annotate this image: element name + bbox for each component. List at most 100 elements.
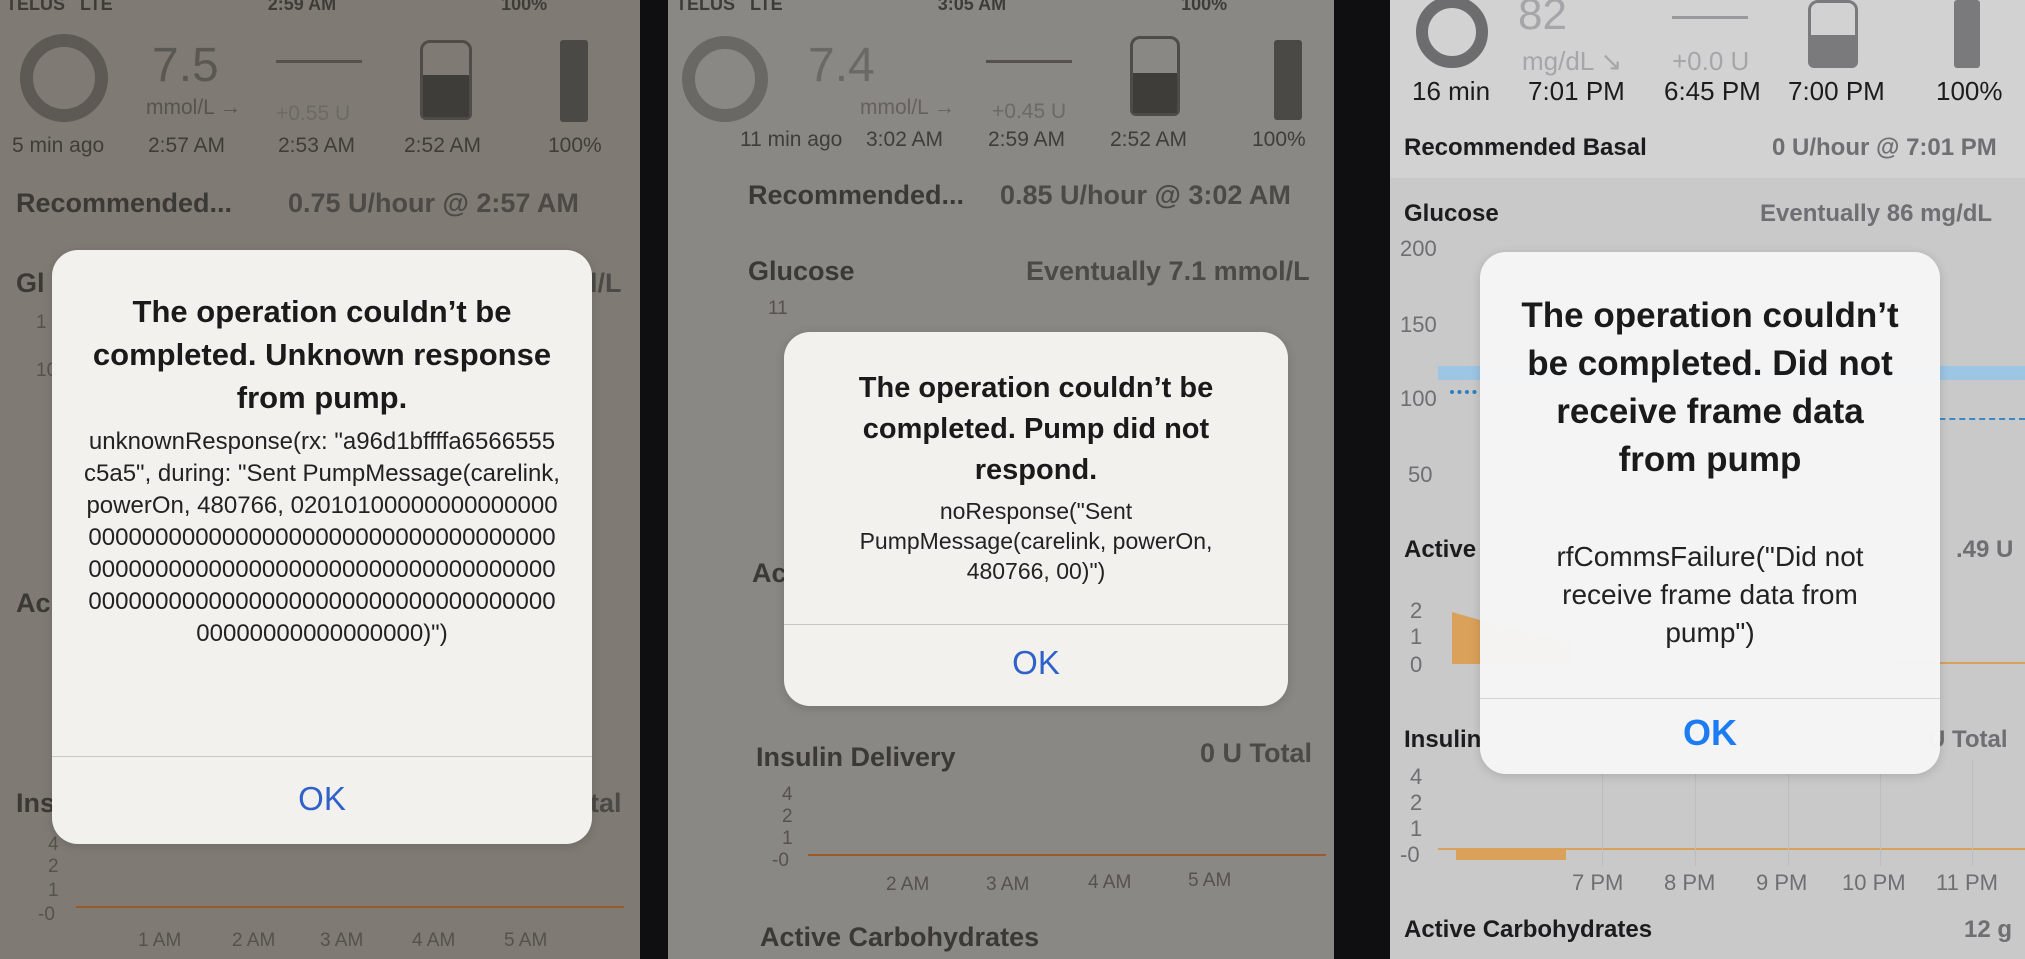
recommended-basal-label[interactable]: Recommended Basal <box>1404 134 1647 162</box>
glucose-eventually: Eventually 86 mg/dL <box>1760 200 1993 227</box>
carrier-label: TELUS <box>676 0 736 14</box>
time-axis-tick: 2 AM <box>886 874 930 895</box>
insulin-suspend-bars <box>1456 848 1566 860</box>
status-bar: TELUS LTE 3:05 AM 100% <box>676 0 1227 15</box>
glucose-section-title: Glucose <box>748 256 855 286</box>
insulin-axis-tick: 4 <box>782 784 793 805</box>
alert-button-divider <box>1480 698 1940 699</box>
grid-line <box>1972 760 1973 866</box>
active-axis-tick: 0 <box>1410 652 1423 677</box>
time-axis-tick: 8 PM <box>1664 870 1716 895</box>
basal-time: 2:53 AM <box>278 134 356 157</box>
glucose-axis-tick: 200 <box>1400 236 1437 261</box>
glucose-axis-tick: 150 <box>1400 312 1437 337</box>
time-axis-tick: 3 AM <box>986 874 1030 895</box>
panel-divider <box>640 0 668 959</box>
status-battery: 100% <box>1181 0 1228 14</box>
time-axis-tick: 3 AM <box>320 930 364 951</box>
grid-line <box>1602 760 1603 866</box>
carbs-section-title: Active Carbohydrates <box>1404 916 1653 943</box>
reservoir-icon <box>420 40 472 120</box>
temp-basal-value: +0.55 U <box>276 102 351 125</box>
glucose-time: 3:02 AM <box>866 128 944 151</box>
insulin-delivery-line <box>76 906 624 908</box>
status-bar: TELUS LTE 2:59 AM 100% <box>6 0 547 15</box>
basal-time: 2:59 AM <box>988 128 1066 151</box>
time-axis-tick: 4 AM <box>1088 872 1132 893</box>
recommended-basal-value: 0 U/hour @ 7:01 PM <box>1772 134 1997 161</box>
network-label: LTE <box>750 0 783 14</box>
error-alert-dialog: The operation couldn’t be completed. Did… <box>1480 252 1940 774</box>
recommended-basal-value: 0.75 U/hour @ 2:57 AM <box>288 188 579 218</box>
glucose-time: 7:01 PM <box>1528 76 1625 106</box>
active-section-title: Ac <box>752 558 787 588</box>
insulin-axis-tick: 2 <box>48 856 59 877</box>
carbs-section-title: Active Carbohydrates <box>760 922 1040 952</box>
insulin-axis-tick: 2 <box>1410 790 1423 815</box>
glucose-reading-dots <box>1450 372 1484 394</box>
reservoir-icon <box>1130 36 1180 116</box>
active-insulin-value: .49 U <box>1956 536 2014 563</box>
network-label: LTE <box>80 0 113 14</box>
time-axis-tick: 7 PM <box>1572 870 1624 895</box>
active-axis-tick: 1 <box>1410 624 1423 649</box>
basal-rate-line-icon <box>986 60 1072 63</box>
insulin-axis-tick: 1 <box>48 880 59 901</box>
screenshot-panel-1: TELUS LTE 2:59 AM 100% 7.5 mmol/L → +0.5… <box>0 0 640 959</box>
loop-last-run: 11 min ago <box>740 128 843 151</box>
active-section-title: Active <box>1404 536 1477 563</box>
reservoir-time: 2:52 AM <box>404 134 482 157</box>
pump-battery-level: 100% <box>1252 128 1306 151</box>
recommended-basal-label[interactable]: Recommended... <box>748 180 964 211</box>
insulin-axis-tick: 1 <box>782 828 793 849</box>
screenshot-panel-3: 82 mg/dL ↘ +0.0 U 16 min 7:01 PM 6:45 PM… <box>1390 0 2025 959</box>
status-time: 3:05 AM <box>937 0 1007 14</box>
alert-title: The operation couldn’t be completed. Pum… <box>858 372 1214 486</box>
grid-line <box>1788 760 1789 866</box>
loop-status-ring-icon[interactable] <box>682 36 768 122</box>
recommended-basal-label[interactable]: Recommended... <box>16 188 232 219</box>
pump-battery-icon <box>1954 0 1980 68</box>
time-axis-tick: 2 AM <box>232 930 276 951</box>
glucose-section-title: Glucose <box>1404 200 1499 227</box>
insulin-delivery-line <box>808 854 1326 856</box>
ok-button[interactable]: OK <box>1480 712 1940 754</box>
basal-rate-line-icon <box>1672 16 1748 19</box>
alert-message: rfCommsFailure("Did not receive frame da… <box>1556 541 1864 648</box>
recommended-basal-value: 0.85 U/hour @ 3:02 AM <box>1000 180 1291 210</box>
glucose-section-title: Gl <box>16 268 45 298</box>
glucose-time: 2:57 AM <box>148 134 226 157</box>
time-axis-tick: 11 PM <box>1936 870 1998 895</box>
time-axis-tick: 5 AM <box>504 930 548 951</box>
alert-title: The operation couldn’t be completed. Did… <box>1521 296 1899 479</box>
basal-time: 6:45 PM <box>1664 76 1761 106</box>
screenshot-panel-2: TELUS LTE 3:05 AM 100% 7.4 mmol/L → +0.4… <box>668 0 1334 959</box>
insulin-section-title: Insulin <box>1404 726 1482 753</box>
reservoir-time: 2:52 AM <box>1110 128 1188 151</box>
active-axis-tick: 2 <box>1410 598 1423 623</box>
insulin-axis-tick: 2 <box>782 806 793 827</box>
loop-last-run: 5 min ago <box>12 134 105 157</box>
active-section-title: Ac <box>16 588 51 618</box>
glucose-axis-tick: 50 <box>1408 462 1433 487</box>
ok-button[interactable]: OK <box>784 644 1288 682</box>
time-axis-tick: 5 AM <box>1188 870 1232 891</box>
error-alert-dialog: The operation couldn’t be completed. Unk… <box>52 250 592 844</box>
insulin-axis-tick: -0 <box>38 904 55 925</box>
time-axis-tick: 1 AM <box>138 930 182 951</box>
glucose-value: 82 <box>1518 0 1567 39</box>
insulin-total: tal <box>590 788 622 818</box>
panel-divider <box>1334 0 1390 959</box>
glucose-unit: mmol/L → <box>860 96 955 119</box>
insulin-section-title: Insulin Delivery <box>756 742 956 772</box>
carbs-value: 12 g <box>1964 916 2013 943</box>
basal-rate-line-icon <box>276 60 362 63</box>
time-axis-tick: 9 PM <box>1756 870 1808 895</box>
glucose-value: 7.4 <box>808 39 875 92</box>
loop-status-ring-icon[interactable] <box>20 34 108 122</box>
loop-last-run: 16 min <box>1412 76 1491 106</box>
insulin-total: 0 U Total <box>1200 738 1313 768</box>
ok-button[interactable]: OK <box>52 780 592 818</box>
alert-button-divider <box>52 756 592 757</box>
insulin-axis-tick: -0 <box>1400 842 1420 867</box>
